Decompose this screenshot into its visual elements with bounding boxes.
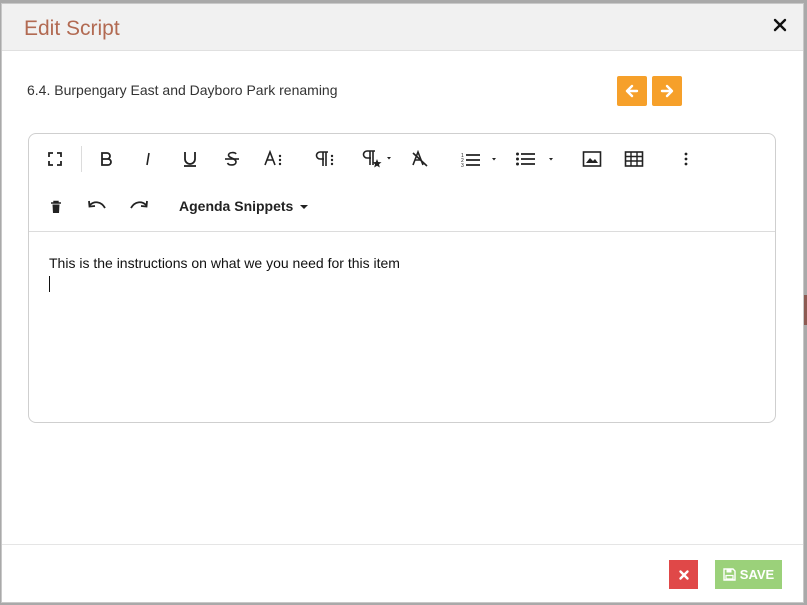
more-options-icon[interactable]: [673, 146, 699, 172]
trash-icon[interactable]: [43, 194, 69, 220]
agenda-item-title: 6.4. Burpengary East and Dayboro Park re…: [27, 82, 338, 98]
fullscreen-icon[interactable]: [42, 146, 68, 172]
font-size-icon[interactable]: [261, 146, 287, 172]
save-button-label: SAVE: [739, 567, 775, 582]
text-caret: [49, 276, 50, 292]
arrow-right-icon: [660, 84, 674, 98]
bold-icon[interactable]: [93, 146, 119, 172]
close-icon[interactable]: [771, 16, 789, 34]
agenda-snippets-dropdown[interactable]: Agenda Snippets: [179, 198, 309, 214]
paragraph-style-icon[interactable]: [362, 146, 396, 172]
previous-item-button[interactable]: [617, 76, 647, 106]
modal-header: Edit Script: [2, 4, 803, 51]
editor-toolbar: 123 Agenda Snippets: [29, 134, 775, 232]
editor-text: This is the instructions on what we you …: [49, 255, 400, 271]
undo-icon[interactable]: [84, 194, 110, 220]
cancel-button[interactable]: [669, 560, 698, 589]
unordered-list-icon[interactable]: [514, 146, 560, 172]
close-icon: [678, 569, 689, 580]
caret-down-icon: [300, 205, 309, 210]
underline-icon[interactable]: [177, 146, 203, 172]
arrow-left-icon: [625, 84, 639, 98]
agenda-snippets-label: Agenda Snippets: [179, 198, 294, 214]
editor-content-area[interactable]: This is the instructions on what we you …: [49, 255, 755, 402]
floppy-disk-icon: [723, 568, 736, 581]
insert-image-icon[interactable]: [579, 146, 605, 172]
insert-table-icon[interactable]: [621, 146, 647, 172]
clear-formatting-icon[interactable]: [407, 146, 433, 172]
toolbar-divider: [81, 146, 82, 172]
paragraph-format-icon[interactable]: [313, 146, 339, 172]
italic-icon[interactable]: [135, 146, 161, 172]
svg-text:3: 3: [461, 163, 464, 168]
strikethrough-icon[interactable]: [219, 146, 245, 172]
save-button[interactable]: SAVE: [715, 560, 782, 589]
next-item-button[interactable]: [652, 76, 682, 106]
ordered-list-icon[interactable]: 123: [459, 146, 505, 172]
modal-title: Edit Script: [24, 17, 120, 40]
rich-text-editor: 123 Agenda Snippets This is the instruct…: [28, 133, 776, 423]
redo-icon[interactable]: [126, 194, 152, 220]
modal-footer: SAVE: [2, 544, 803, 604]
edit-script-modal: Edit Script 6.4. Burpengary East and Day…: [1, 3, 804, 603]
